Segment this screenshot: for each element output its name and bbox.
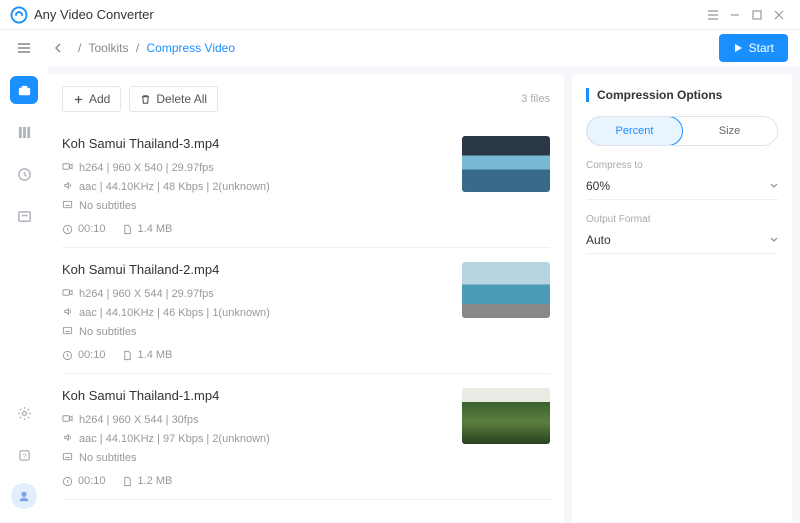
file-item[interactable]: Koh Samui Thailand-2.mp4h264 | 960 X 544…: [62, 248, 550, 374]
app-logo-icon: [10, 6, 28, 24]
output-format-label: Output Format: [586, 214, 778, 225]
subtitle-info: No subtitles: [62, 199, 550, 213]
audio-icon: [62, 432, 73, 446]
toolbar-row: / Toolkits / Compress Video Start: [0, 30, 800, 66]
file-size: 1.4 MB: [122, 223, 173, 235]
mode-size[interactable]: Size: [682, 117, 777, 145]
compression-options-panel: Compression Options Percent Size Compres…: [572, 74, 792, 523]
audio-icon: [62, 306, 73, 320]
plus-icon: [73, 94, 84, 105]
duration: 00:10: [62, 349, 106, 361]
options-title: Compression Options: [586, 88, 778, 102]
sidebar-item-library[interactable]: [10, 118, 38, 146]
subtitle-info: No subtitles: [62, 325, 550, 339]
video-icon: [62, 287, 73, 301]
file-size: 1.2 MB: [122, 475, 173, 487]
sidebar-item-toolkits[interactable]: [10, 76, 38, 104]
clock-icon: [62, 476, 73, 487]
subtitle-icon: [62, 199, 73, 213]
clock-icon: [62, 350, 73, 361]
sidebar: ?: [0, 66, 48, 523]
delete-all-button[interactable]: Delete All: [129, 86, 218, 112]
trash-icon: [140, 94, 151, 105]
breadcrumb: / Toolkits / Compress Video: [74, 41, 235, 55]
file-count: 3 files: [521, 93, 550, 105]
thumbnail: [462, 262, 550, 318]
user-avatar[interactable]: [11, 483, 37, 509]
file-item[interactable]: Koh Samui Thailand-3.mp4h264 | 960 X 540…: [62, 122, 550, 248]
thumbnail: [462, 136, 550, 192]
subtitle-icon: [62, 451, 73, 465]
svg-text:?: ?: [22, 451, 26, 460]
settings-button[interactable]: [10, 399, 38, 427]
sidebar-item-history[interactable]: [10, 160, 38, 188]
duration: 00:10: [62, 475, 106, 487]
maximize-button[interactable]: [746, 4, 768, 26]
breadcrumb-root[interactable]: Toolkits: [88, 41, 128, 55]
file-footer: 00:10 1.2 MB: [62, 475, 550, 487]
file-footer: 00:10 1.4 MB: [62, 223, 550, 235]
mode-segmented-control: Percent Size: [586, 116, 778, 146]
back-button[interactable]: [48, 37, 70, 59]
menu-button[interactable]: [702, 4, 724, 26]
subtitle-info: No subtitles: [62, 451, 550, 465]
output-format-select[interactable]: Auto: [586, 229, 778, 254]
play-icon: [733, 43, 743, 53]
app-title: Any Video Converter: [34, 7, 154, 22]
chevron-down-icon: [770, 236, 778, 244]
thumbnail: [462, 388, 550, 444]
compress-to-label: Compress to: [586, 160, 778, 171]
mode-percent[interactable]: Percent: [586, 116, 683, 146]
clock-icon: [62, 224, 73, 235]
video-icon: [62, 413, 73, 427]
add-button[interactable]: Add: [62, 86, 121, 112]
video-icon: [62, 161, 73, 175]
chevron-down-icon: [770, 182, 778, 190]
sidebar-item-downloads[interactable]: [10, 202, 38, 230]
hamburger-button[interactable]: [0, 30, 48, 66]
file-footer: 00:10 1.4 MB: [62, 349, 550, 361]
start-button[interactable]: Start: [719, 34, 788, 62]
close-button[interactable]: [768, 4, 790, 26]
file-size: 1.4 MB: [122, 349, 173, 361]
file-icon: [122, 224, 133, 235]
help-button[interactable]: ?: [10, 441, 38, 469]
file-item[interactable]: Koh Samui Thailand-1.mp4h264 | 960 X 544…: [62, 374, 550, 500]
file-icon: [122, 476, 133, 487]
titlebar: Any Video Converter: [0, 0, 800, 30]
duration: 00:10: [62, 223, 106, 235]
compress-to-select[interactable]: 60%: [586, 175, 778, 200]
subtitle-icon: [62, 325, 73, 339]
breadcrumb-current[interactable]: Compress Video: [147, 41, 236, 55]
file-icon: [122, 350, 133, 361]
audio-icon: [62, 180, 73, 194]
file-list-panel: Add Delete All 3 files Koh Samui Thailan…: [48, 74, 564, 523]
minimize-button[interactable]: [724, 4, 746, 26]
